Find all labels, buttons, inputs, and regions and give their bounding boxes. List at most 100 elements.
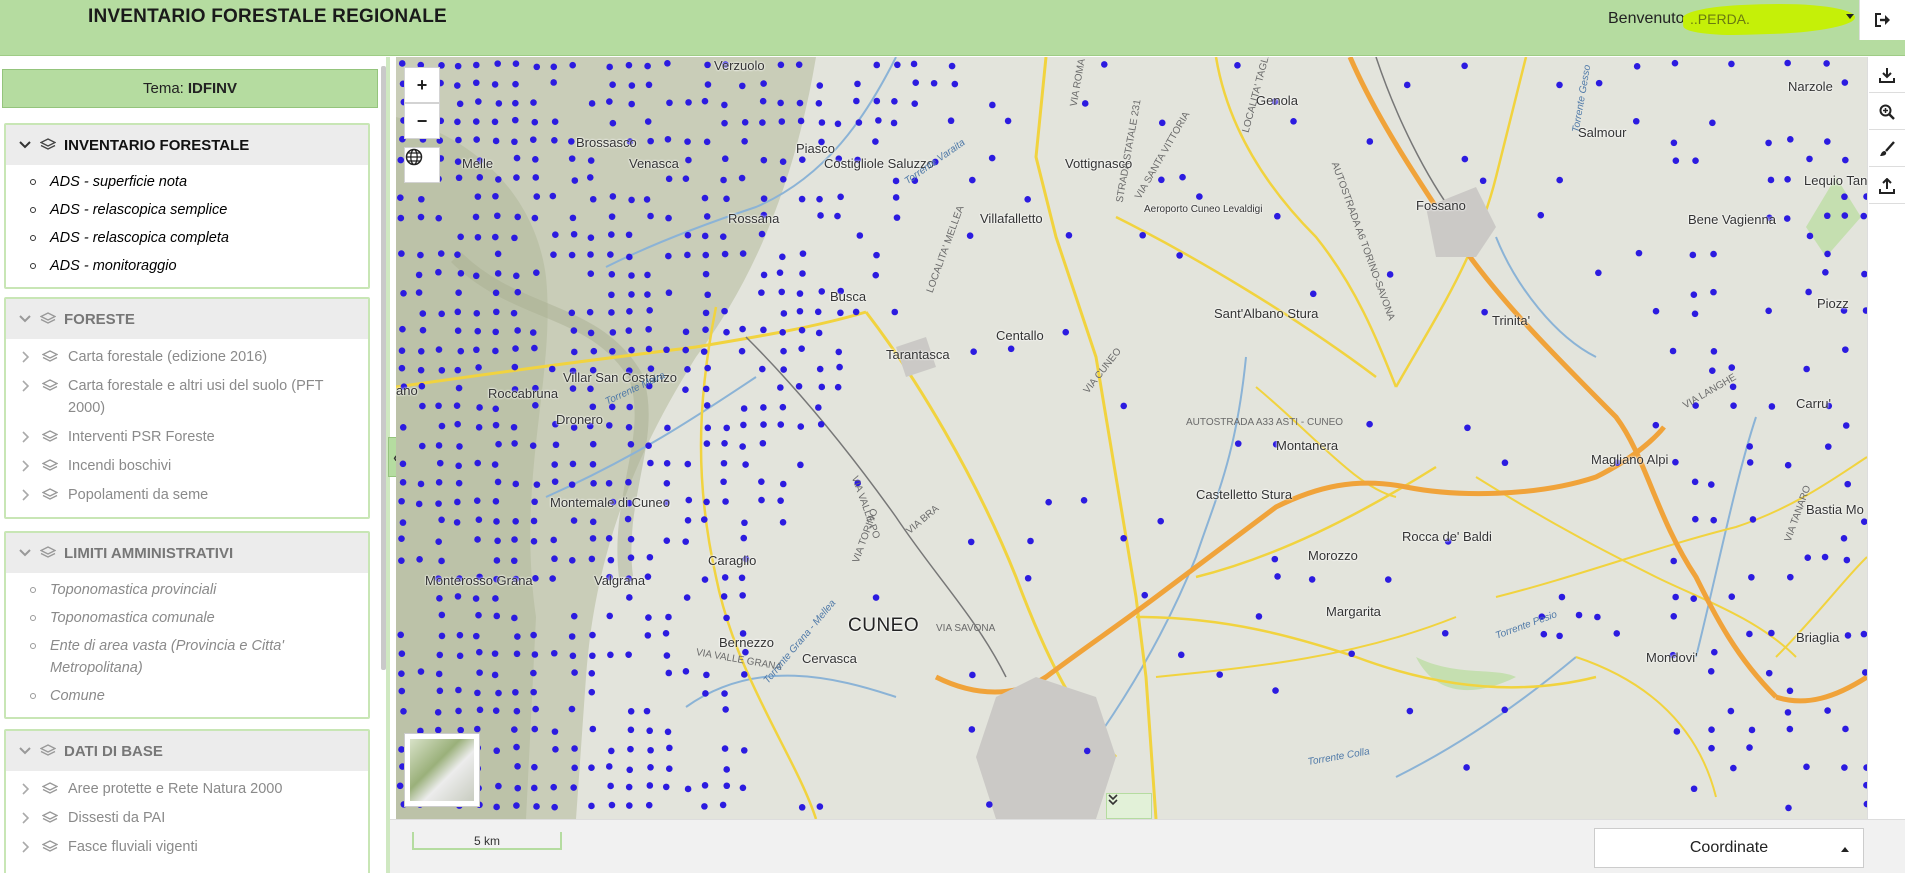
ads-point[interactable] — [491, 118, 499, 126]
ads-point[interactable] — [549, 192, 557, 200]
ads-point[interactable] — [608, 231, 615, 238]
ads-point[interactable] — [1786, 725, 1794, 733]
ads-point[interactable] — [666, 99, 673, 107]
ads-point[interactable] — [1595, 79, 1603, 87]
ads-point[interactable] — [435, 442, 443, 449]
ads-point[interactable] — [607, 556, 615, 564]
ads-point[interactable] — [589, 631, 596, 639]
ads-point[interactable] — [531, 763, 538, 771]
ads-point[interactable] — [473, 61, 480, 69]
ads-point[interactable] — [455, 686, 462, 694]
ads-point[interactable] — [1690, 291, 1698, 299]
ads-point[interactable] — [476, 174, 484, 181]
ads-point[interactable] — [723, 766, 731, 773]
layer-subgroup[interactable]: Dissesti da PAI — [6, 807, 368, 829]
ads-point[interactable] — [1671, 59, 1679, 67]
ads-point[interactable] — [644, 118, 652, 125]
ads-point[interactable] — [1120, 402, 1128, 410]
ads-point[interactable] — [1784, 461, 1792, 469]
ads-point[interactable] — [1841, 764, 1848, 771]
ads-point[interactable] — [476, 706, 484, 714]
ads-point[interactable] — [494, 478, 502, 486]
ads-point[interactable] — [400, 289, 407, 297]
ads-point[interactable] — [514, 288, 522, 296]
ads-point[interactable] — [645, 801, 653, 809]
style-button[interactable] — [1869, 131, 1905, 167]
ads-point[interactable] — [512, 345, 519, 352]
ads-point[interactable] — [646, 553, 654, 561]
ads-point[interactable] — [759, 97, 767, 105]
ads-point[interactable] — [662, 630, 670, 637]
ads-point[interactable] — [662, 783, 670, 791]
ads-point[interactable] — [493, 518, 500, 525]
ads-point[interactable] — [494, 250, 502, 258]
ads-point[interactable] — [779, 519, 787, 526]
ads-point[interactable] — [474, 327, 482, 335]
ads-point[interactable] — [1786, 687, 1794, 695]
ads-point[interactable] — [739, 443, 746, 450]
ads-point[interactable] — [1824, 707, 1831, 714]
ads-point[interactable] — [398, 250, 405, 257]
ads-point[interactable] — [647, 459, 654, 467]
ads-point[interactable] — [1840, 534, 1848, 542]
ads-point[interactable] — [569, 385, 577, 392]
ads-point[interactable] — [1670, 557, 1677, 565]
ads-point[interactable] — [643, 707, 651, 715]
ads-point[interactable] — [1406, 707, 1414, 715]
ads-point[interactable] — [513, 272, 520, 280]
ads-point[interactable] — [1274, 573, 1281, 580]
ads-point[interactable] — [720, 176, 727, 184]
ads-point[interactable] — [1691, 310, 1699, 318]
ads-point[interactable] — [1691, 478, 1699, 486]
ads-point[interactable] — [684, 460, 692, 468]
layer-item[interactable]: Toponomastica provinciali — [6, 579, 368, 601]
ads-point[interactable] — [473, 346, 480, 354]
ads-point[interactable] — [513, 707, 521, 715]
ads-point[interactable] — [589, 460, 597, 468]
ads-point[interactable] — [663, 652, 671, 659]
ads-point[interactable] — [570, 348, 578, 356]
ads-point[interactable] — [646, 782, 654, 789]
theme-selector[interactable]: Tema: IDFINV — [2, 69, 378, 108]
ads-point[interactable] — [817, 420, 825, 428]
ads-point[interactable] — [704, 424, 712, 432]
ads-point[interactable] — [741, 138, 748, 145]
layer-subgroup[interactable]: Aree protette e Rete Natura 2000 — [6, 778, 368, 800]
ads-point[interactable] — [1842, 422, 1850, 429]
ads-point[interactable] — [665, 669, 673, 677]
ads-point[interactable] — [665, 289, 673, 297]
ads-point[interactable] — [513, 650, 521, 658]
ads-point[interactable] — [1690, 785, 1698, 793]
ads-point[interactable] — [454, 251, 461, 258]
ads-point[interactable] — [435, 214, 443, 222]
layer-item[interactable]: Ente di area vasta (Provincia e Citta' M… — [6, 635, 368, 679]
ads-point[interactable] — [1730, 402, 1737, 409]
ads-point[interactable] — [1707, 481, 1715, 488]
ads-point[interactable] — [417, 348, 425, 355]
ads-point[interactable] — [1710, 250, 1717, 258]
ads-point[interactable] — [644, 291, 651, 298]
ads-point[interactable] — [682, 386, 689, 394]
ads-point[interactable] — [533, 193, 541, 200]
ads-point[interactable] — [1141, 591, 1149, 599]
ads-point[interactable] — [1672, 593, 1679, 601]
ads-point[interactable] — [777, 384, 784, 391]
ads-point[interactable] — [1804, 554, 1812, 562]
group-header-limiti[interactable]: LIMITI AMMINISTRATIVI — [6, 533, 368, 573]
ads-point[interactable] — [529, 442, 537, 449]
ads-point[interactable] — [474, 459, 482, 467]
ads-point[interactable] — [511, 440, 518, 447]
ads-point[interactable] — [570, 612, 578, 620]
ads-point[interactable] — [589, 440, 597, 448]
ads-point[interactable] — [455, 289, 462, 297]
ads-point[interactable] — [399, 325, 406, 333]
ads-point[interactable] — [816, 803, 824, 810]
ads-point[interactable] — [778, 288, 786, 296]
ads-point[interactable] — [1710, 288, 1717, 296]
ads-point[interactable] — [510, 557, 518, 565]
ads-point[interactable] — [417, 668, 425, 675]
ads-point[interactable] — [415, 271, 423, 279]
ads-point[interactable] — [817, 212, 824, 219]
ads-point[interactable] — [552, 746, 559, 753]
ads-point[interactable] — [436, 595, 443, 602]
